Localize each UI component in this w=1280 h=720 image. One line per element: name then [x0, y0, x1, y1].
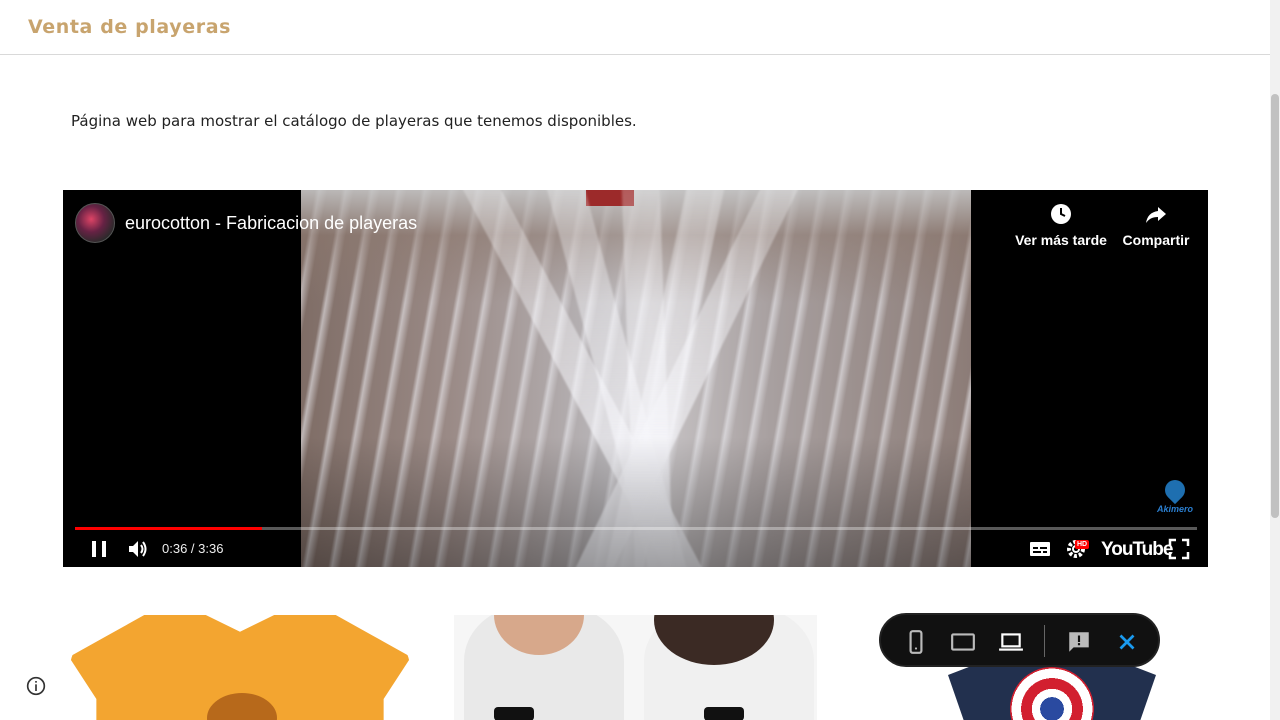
shirt-print — [704, 707, 744, 720]
phone-icon[interactable] — [903, 629, 929, 655]
tablet-icon[interactable] — [950, 629, 976, 655]
progress-bar[interactable] — [75, 527, 1197, 530]
video-title[interactable]: eurocotton - Fabricacion de playeras — [125, 213, 417, 234]
feedback-icon[interactable] — [1066, 629, 1092, 655]
laptop-icon[interactable] — [998, 629, 1024, 655]
close-icon[interactable] — [1114, 629, 1140, 655]
share-label: Compartir — [1122, 232, 1190, 248]
toolbar-divider — [1044, 625, 1045, 657]
watermark-text: Akimero — [1156, 504, 1193, 514]
product-image-couple-tshirts[interactable] — [454, 615, 817, 720]
shirt-print — [494, 707, 534, 720]
akimero-watermark[interactable]: Akimero — [1153, 475, 1197, 520]
share-button[interactable]: Compartir — [1118, 202, 1194, 248]
share-arrow-icon — [1146, 207, 1166, 223]
video-shade — [301, 437, 971, 567]
subtitles-icon[interactable] — [1028, 537, 1052, 561]
watch-later-button[interactable]: Ver más tarde — [1013, 202, 1109, 248]
fullscreen-icon[interactable] — [1167, 537, 1191, 561]
info-icon[interactable] — [26, 676, 46, 696]
hd-badge: HD — [1075, 540, 1090, 549]
product-image-orange-tshirt[interactable] — [69, 615, 411, 720]
page-scrollbar[interactable] — [1270, 0, 1280, 720]
pause-icon[interactable] — [87, 537, 111, 561]
youtube-video-player[interactable]: eurocotton - Fabricacion de playeras Ver… — [63, 190, 1208, 567]
progress-played — [75, 527, 263, 530]
clock-icon — [1051, 204, 1071, 224]
intro-text: Página web para mostrar el catálogo de p… — [71, 112, 637, 130]
site-header: Venta de playeras — [0, 0, 1270, 55]
device-preview-toolbar — [879, 613, 1160, 667]
volume-icon[interactable] — [126, 537, 150, 561]
scrollbar-thumb[interactable] — [1271, 94, 1279, 518]
channel-avatar[interactable] — [75, 203, 115, 243]
video-frame[interactable] — [301, 190, 971, 567]
time-display: 0:36 / 3:36 — [162, 541, 224, 556]
youtube-logo[interactable]: YouTube — [1101, 539, 1173, 561]
watch-later-label: Ver más tarde — [1015, 232, 1107, 248]
map-pin-icon — [1160, 475, 1190, 505]
site-title[interactable]: Venta de playeras — [28, 16, 231, 38]
